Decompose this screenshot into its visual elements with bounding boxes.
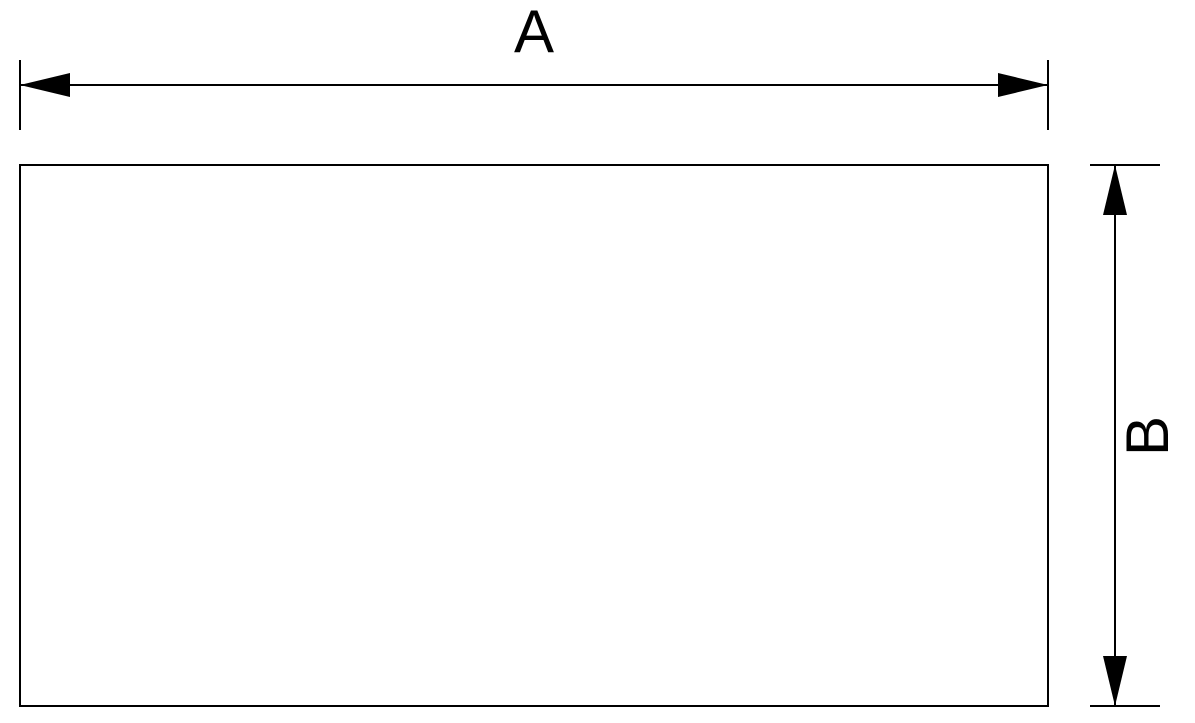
technical-drawing: A B bbox=[0, 0, 1195, 723]
arrow-a-right bbox=[998, 73, 1048, 97]
dim-label-b: B bbox=[1114, 416, 1181, 456]
arrow-b-top bbox=[1103, 165, 1127, 215]
dimension-a: A bbox=[20, 0, 1048, 130]
arrow-b-bot bbox=[1103, 656, 1127, 706]
arrow-a-left bbox=[20, 73, 70, 97]
dim-label-a: A bbox=[514, 0, 554, 65]
main-rectangle bbox=[20, 165, 1048, 706]
dimension-b: B bbox=[1090, 165, 1181, 706]
